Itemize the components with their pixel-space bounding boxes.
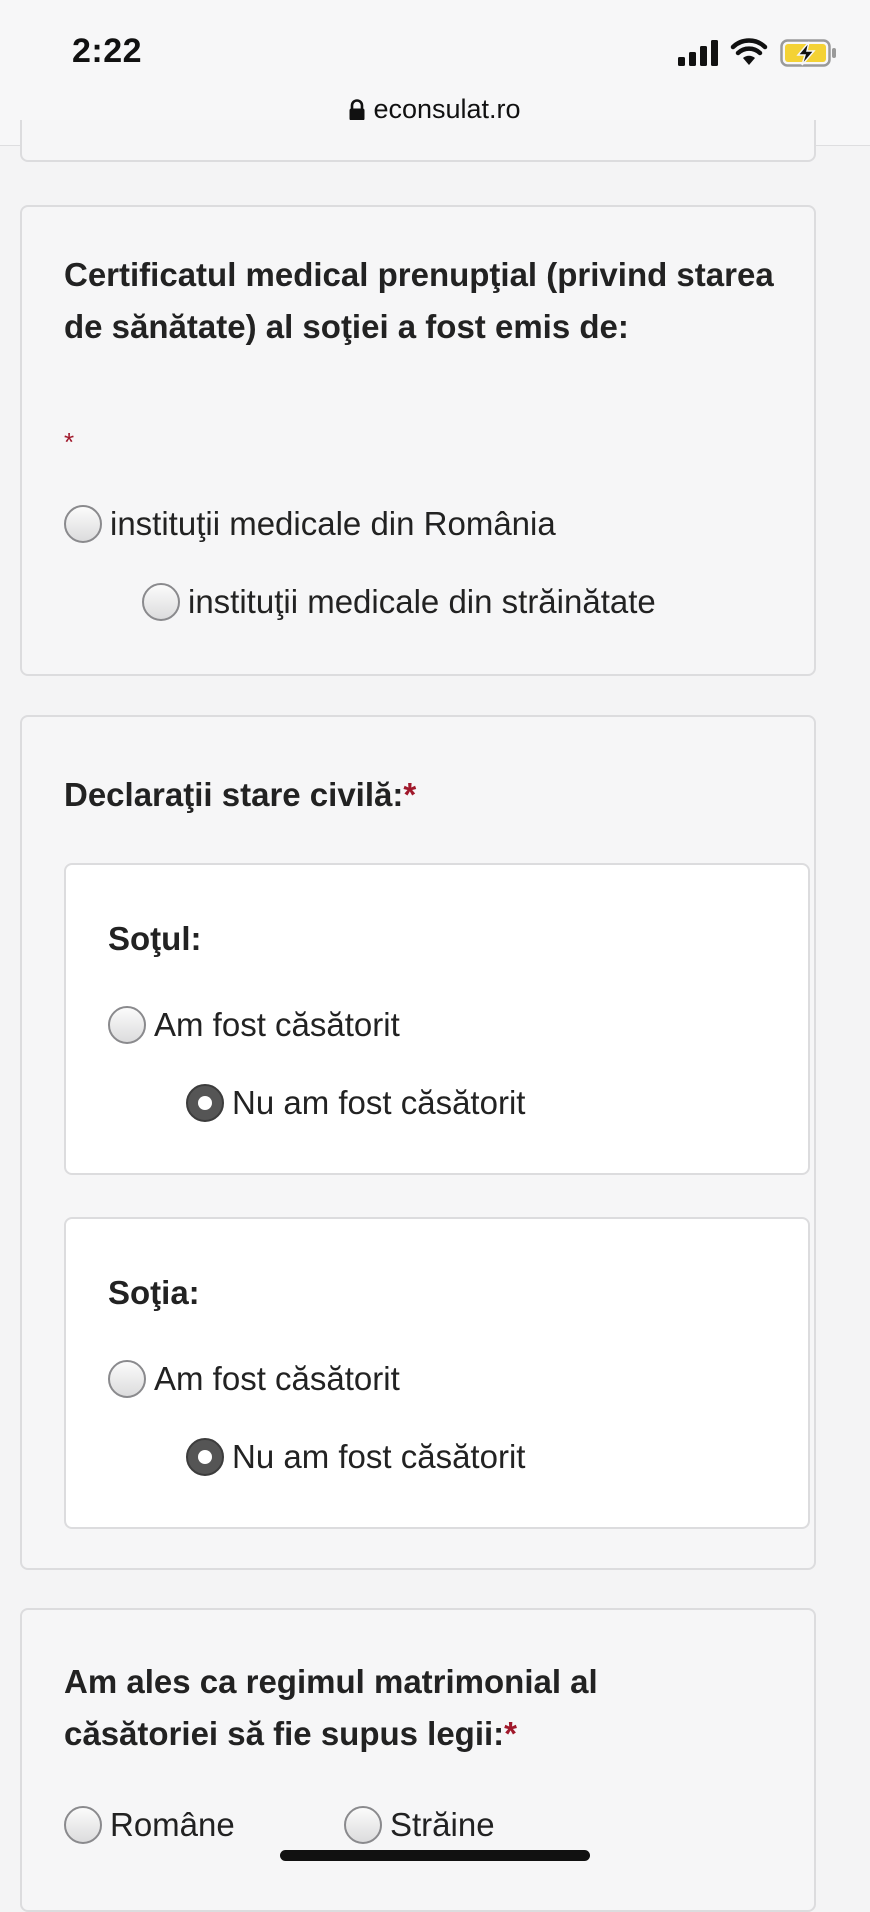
status-icons xyxy=(668,38,838,68)
option-label: Am fost căsătorit xyxy=(154,1360,400,1397)
lock-icon xyxy=(349,99,365,121)
clock: 2:22 xyxy=(72,32,143,70)
option-wife-married[interactable]: Am fost căsătorit xyxy=(108,1360,400,1398)
option-label: Române xyxy=(110,1806,235,1843)
medical-certificate-card: Certificatul medical prenupţial (privind… xyxy=(20,205,816,676)
option-medical-romania[interactable]: instituţii medicale din România xyxy=(64,505,556,543)
required-marker: * xyxy=(504,1715,518,1752)
option-regime-romanian[interactable]: Române xyxy=(64,1806,235,1844)
option-regime-foreign[interactable]: Străine xyxy=(344,1806,495,1844)
question-label: Declaraţii stare civilă: xyxy=(64,776,404,813)
option-label: instituţii medicale din străinătate xyxy=(188,583,656,620)
question-label-line1: Am ales ca regimul matrimonial al xyxy=(64,1663,598,1700)
radio-medical-abroad[interactable] xyxy=(142,583,180,621)
civil-status-question: Declaraţii stare civilă:* xyxy=(64,769,416,821)
option-label: Nu am fost căsătorit xyxy=(232,1084,526,1121)
option-label: Nu am fost căsătorit xyxy=(232,1438,526,1475)
option-label: instituţii medicale din România xyxy=(110,505,556,542)
matrimonial-regime-question: Am ales ca regimul matrimonial al căsăto… xyxy=(64,1656,784,1760)
question-label-line2: căsătoriei să fie supus legii: xyxy=(64,1715,505,1752)
radio-regime-romanian[interactable] xyxy=(64,1806,102,1844)
radio-husband-not-married[interactable] xyxy=(186,1084,224,1122)
option-husband-not-married[interactable]: Nu am fost căsătorit xyxy=(186,1084,525,1122)
option-label: Am fost căsătorit xyxy=(154,1006,400,1043)
cellular-signal-icon xyxy=(678,40,718,66)
husband-section: Soţul: Am fost căsătorit Nu am fost căsă… xyxy=(64,863,810,1175)
wifi-icon xyxy=(730,38,768,65)
question-label: Certificatul medical prenupţial (privind… xyxy=(64,256,774,345)
home-indicator[interactable] xyxy=(280,1850,590,1861)
option-medical-abroad[interactable]: instituţii medicale din străinătate xyxy=(142,583,656,621)
option-husband-married[interactable]: Am fost căsătorit xyxy=(108,1006,400,1044)
radio-regime-foreign[interactable] xyxy=(344,1806,382,1844)
medical-certificate-question: Certificatul medical prenupţial (privind… xyxy=(64,249,774,353)
radio-wife-not-married[interactable] xyxy=(186,1438,224,1476)
civil-status-card: Declaraţii stare civilă:* Soţul: Am fost… xyxy=(20,715,816,1570)
radio-wife-married[interactable] xyxy=(108,1360,146,1398)
husband-label: Soţul: xyxy=(108,920,202,957)
radio-husband-married[interactable] xyxy=(108,1006,146,1044)
previous-card-edge xyxy=(20,120,816,162)
option-label: Străine xyxy=(390,1806,495,1843)
radio-medical-romania[interactable] xyxy=(64,505,102,543)
option-wife-not-married[interactable]: Nu am fost căsătorit xyxy=(186,1438,525,1476)
matrimonial-regime-card: Am ales ca regimul matrimonial al căsăto… xyxy=(20,1608,816,1912)
wife-label: Soţia: xyxy=(108,1274,200,1311)
battery-charging-icon xyxy=(780,39,836,67)
wife-section: Soţia: Am fost căsătorit Nu am fost căsă… xyxy=(64,1217,810,1529)
required-marker: * xyxy=(403,776,417,813)
required-marker: * xyxy=(64,427,75,457)
